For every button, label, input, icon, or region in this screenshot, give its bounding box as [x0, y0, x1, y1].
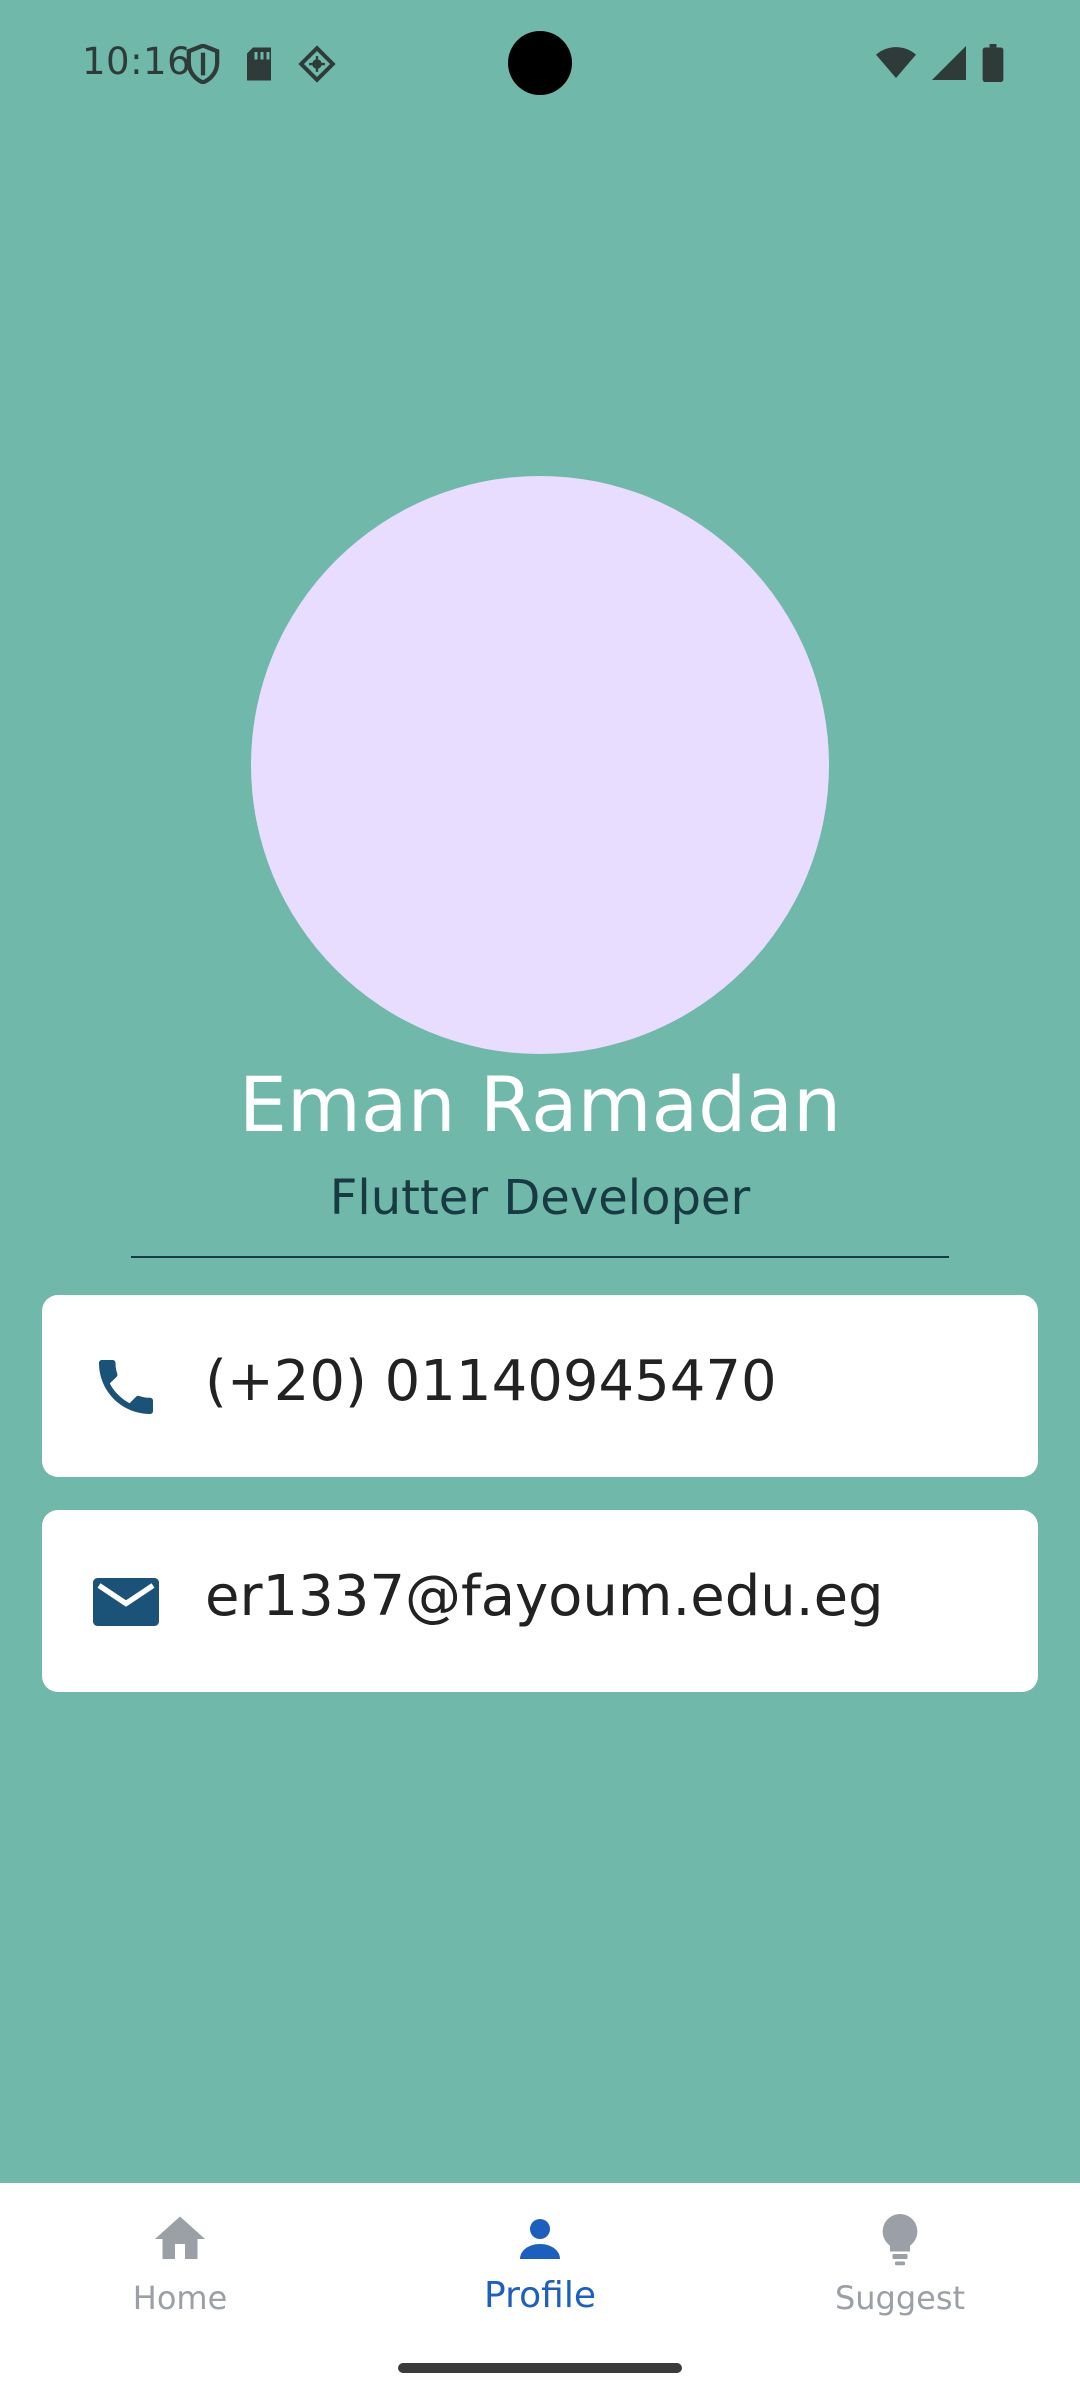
shield-icon: [186, 44, 220, 84]
battery-icon: [982, 44, 1004, 82]
nav-item-suggest[interactable]: Suggest: [800, 2209, 1000, 2317]
status-icons-right: [876, 44, 1004, 82]
phone-card[interactable]: (+20) 01140945470: [42, 1295, 1038, 1477]
nav-label-profile: Profile: [484, 2275, 596, 2316]
nav-item-profile[interactable]: Profile: [440, 2209, 640, 2316]
person-icon: [520, 2219, 560, 2259]
camera-cutout: [508, 31, 572, 95]
email-card[interactable]: er1337@fayoum.edu.eg: [42, 1510, 1038, 1692]
avatar[interactable]: [251, 476, 829, 1054]
lightbulb-icon: [882, 2214, 918, 2266]
nav-label-home: Home: [132, 2279, 228, 2317]
divider: [131, 1256, 949, 1258]
home-indicator[interactable]: [398, 2363, 682, 2373]
profile-role: Flutter Developer: [329, 1170, 751, 1226]
home-icon: [155, 2216, 205, 2259]
profile-name: Eman Ramadan: [238, 1060, 842, 1149]
phone-number: (+20) 01140945470: [205, 1349, 777, 1414]
sd-card-icon: [247, 47, 271, 81]
email-address: er1337@fayoum.edu.eg: [205, 1564, 884, 1629]
nav-item-home[interactable]: Home: [80, 2209, 280, 2317]
status-bar: 10:16: [0, 0, 1080, 128]
email-icon: [93, 1578, 159, 1626]
status-time: 10:16: [82, 40, 192, 83]
status-icons-left: [186, 44, 336, 84]
vpn-key-icon: [298, 45, 336, 83]
phone-icon: [99, 1360, 153, 1414]
signal-icon: [932, 46, 966, 80]
wifi-icon: [876, 47, 916, 78]
nav-label-suggest: Suggest: [834, 2279, 966, 2317]
